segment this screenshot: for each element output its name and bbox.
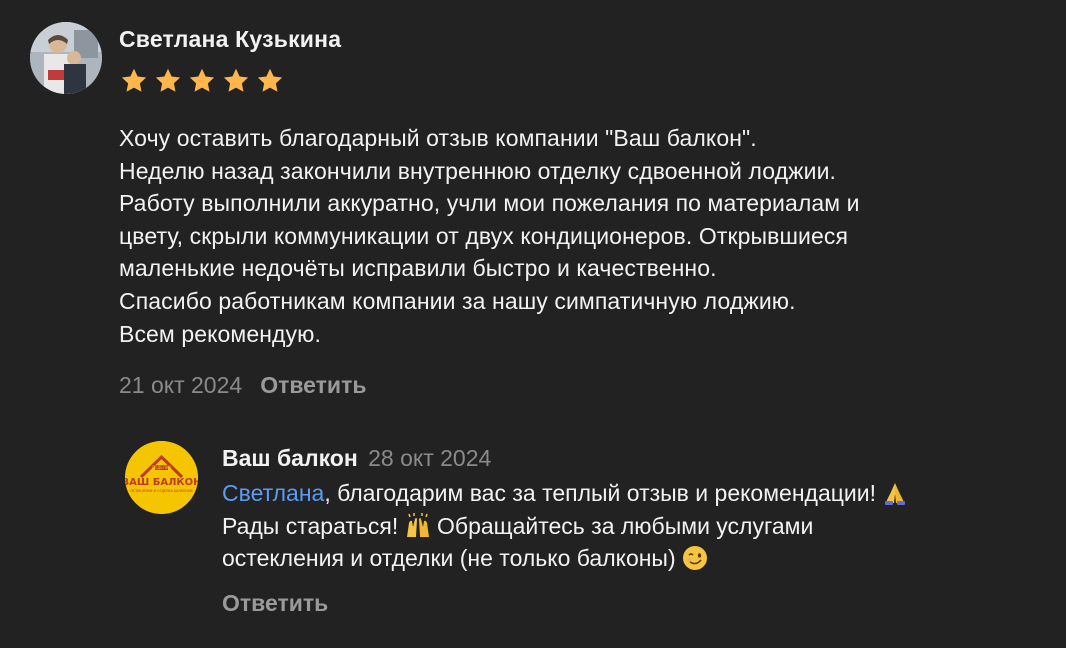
mention-link[interactable]: Светлана: [222, 480, 324, 506]
reply-text-line: Рады стараться! Обращайтесь за любыми ус…: [222, 510, 1052, 543]
star-icon: [223, 68, 249, 92]
reply-text-segment: Рады стараться!: [222, 512, 399, 539]
star-icon: [155, 68, 181, 92]
review-text-line: Спасибо работникам компании за нашу симп…: [119, 287, 796, 314]
review-meta: 21 окт 2024 Ответить: [119, 372, 366, 399]
reply-button[interactable]: Ответить: [260, 372, 366, 399]
company-logo[interactable]: ОТДЕЛКА ВАШ БАЛКОН ОСТЕКЛЕНИЕ И ОТДЕЛКА …: [125, 441, 198, 514]
review-text-line: цвету, скрыли коммуникации от двух конди…: [119, 222, 849, 249]
review-date: 21 окт 2024: [119, 372, 243, 398]
rating-stars: [119, 66, 285, 96]
reply-text-segment: Обращайтесь за любыми услугами: [437, 512, 814, 539]
folded-hands-icon: [885, 483, 906, 505]
review-text-line: Работу выполнили аккуратно, учли мои пож…: [119, 190, 860, 217]
review-card: Светлана Кузькина Хочу оставить благодар…: [0, 0, 1066, 648]
logo-main-text: ВАШ БАЛКОН: [125, 477, 198, 488]
star-icon: [121, 68, 147, 92]
company-name[interactable]: Ваш балкон: [222, 445, 358, 471]
author-name[interactable]: Светлана Кузькина: [119, 26, 341, 53]
winking-face-icon: [683, 546, 708, 571]
reply-text-line: остекления и отделки (не только балконы): [222, 542, 1052, 575]
reply-text-line: Светлана, благодарим вас за теплый отзыв…: [222, 477, 1052, 510]
review-text-line: Всем рекомендую.: [119, 320, 321, 347]
reply-text-segment: остекления и отделки (не только балконы): [222, 545, 676, 572]
company-reply-header: Ваш балкон 28 окт 2024: [222, 445, 491, 472]
company-reply-button[interactable]: Ответить: [222, 590, 328, 617]
logo-top-text: ОТДЕЛКА: [152, 465, 172, 470]
logo-bottom-text: ОСТЕКЛЕНИЕ И ОТДЕЛКА БАЛКОНОВ: [130, 489, 192, 493]
company-reply-date: 28 окт 2024: [368, 445, 492, 471]
review-text-line: Хочу оставить благодарный отзыв компании…: [119, 125, 757, 151]
raising-hands-icon: [406, 512, 429, 537]
company-reply-text: Светлана, благодарим вас за теплый отзыв…: [222, 477, 1052, 575]
author-avatar[interactable]: [30, 22, 102, 94]
review-text-line: маленькие недочёты исправили быстро и ка…: [119, 255, 717, 282]
review-text: Хочу оставить благодарный отзыв компании…: [119, 122, 1039, 350]
star-icon: [189, 68, 215, 92]
review-text-line: Неделю назад закончили внутреннюю отделк…: [119, 157, 837, 184]
reply-text-segment: , благодарим вас за теплый отзыв и реком…: [324, 480, 876, 506]
star-icon: [257, 68, 283, 92]
